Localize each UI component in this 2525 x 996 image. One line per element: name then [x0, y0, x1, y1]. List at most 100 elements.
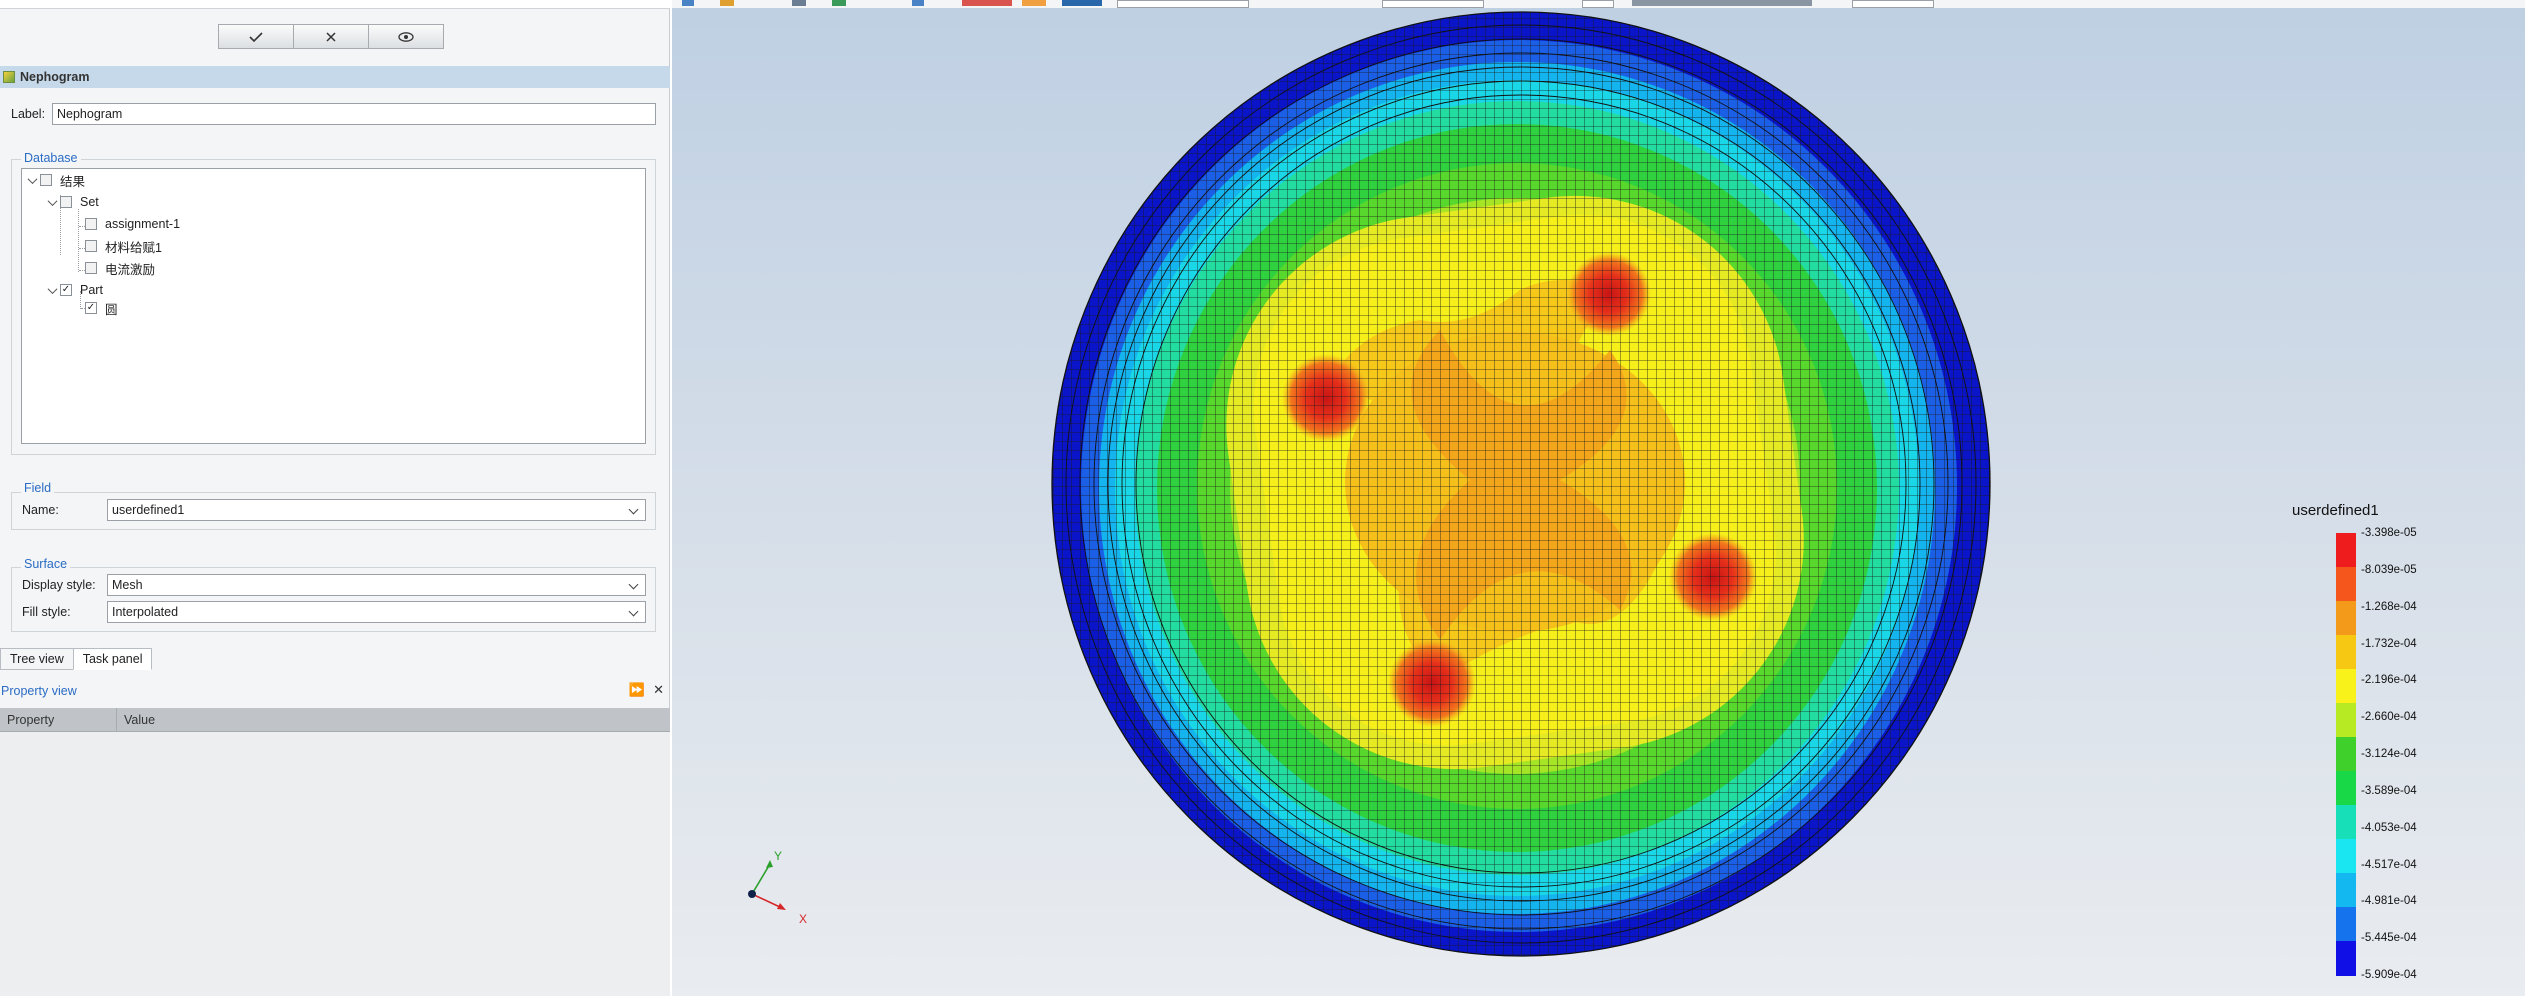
toolbar-icon[interactable]: [912, 0, 924, 6]
tree-node-label: 电流激励: [105, 262, 156, 277]
close-icon: [326, 31, 336, 42]
tree-node-set-item[interactable]: 材料给赋1: [85, 237, 162, 255]
field-name-select[interactable]: userdefined1: [107, 499, 646, 521]
eye-icon: [398, 31, 414, 42]
legend-color-bar: [2336, 533, 2356, 976]
legend-tick-label: -2.196e-04: [2361, 674, 2417, 687]
checkbox-part-item[interactable]: ✓: [85, 302, 97, 314]
legend-color-segment: [2336, 533, 2356, 568]
cancel-button[interactable]: [293, 24, 369, 49]
legend-tick-label: -4.517e-04: [2361, 858, 2417, 871]
tree-node-set-item[interactable]: assignment-1: [85, 215, 180, 233]
legend-tick-label: -1.268e-04: [2361, 600, 2417, 613]
label-input[interactable]: Nephogram: [52, 103, 656, 125]
nephogram-title: Nephogram: [20, 70, 90, 84]
tree-node-part[interactable]: ✓ Part: [44, 281, 103, 299]
surface-group-title: Surface: [21, 557, 71, 571]
dialog-button-bar: [218, 24, 444, 51]
toolbar-icon[interactable]: [1632, 0, 1812, 6]
tree-node-label: assignment-1: [105, 217, 181, 231]
toolbar-combo[interactable]: [1582, 0, 1614, 8]
chevron-down-icon[interactable]: [44, 282, 60, 298]
tree-node-set-item[interactable]: 电流激励: [85, 259, 155, 277]
toolbar-icon[interactable]: [720, 0, 734, 6]
axis-triad: [748, 860, 786, 910]
checkbox-set-item[interactable]: [85, 262, 97, 274]
checkbox-root[interactable]: [40, 174, 52, 186]
legend-tick-label: -3.398e-05: [2361, 527, 2417, 539]
legend-tick-label: -3.589e-04: [2361, 784, 2417, 797]
checkbox-set-item[interactable]: [85, 218, 97, 230]
fill-style-caption: Fill style:: [22, 605, 71, 619]
tree-node-part-label: Part: [80, 283, 103, 297]
legend-tick-label: -5.445e-04: [2361, 932, 2417, 945]
display-style-select[interactable]: Mesh: [107, 574, 646, 596]
legend-tick-label: -4.981e-04: [2361, 895, 2417, 908]
tab-tree-view[interactable]: Tree view: [0, 648, 74, 670]
property-view-title: Property view: [1, 684, 77, 698]
nephogram-icon: [3, 71, 15, 83]
toolbar-combo[interactable]: [1852, 0, 1934, 8]
toolbar-icon[interactable]: [682, 0, 694, 6]
tree-node-part-item[interactable]: ✓ 圆: [85, 299, 118, 317]
checkbox-set-item[interactable]: [85, 240, 97, 252]
legend-tick-label: -8.039e-05: [2361, 563, 2417, 576]
legend-tick-label: -3.124e-04: [2361, 748, 2417, 760]
legend-color-segment: [2336, 907, 2356, 942]
property-table-body: [0, 732, 670, 996]
check-icon: [249, 31, 263, 42]
panel-tabs: Tree view Task panel: [0, 648, 153, 670]
top-strip: [0, 0, 670, 9]
column-value[interactable]: Value: [117, 708, 670, 731]
tree-node-root-label: 结果: [60, 174, 86, 189]
legend-color-segment: [2336, 669, 2356, 704]
tree-node-label: 圆: [105, 302, 118, 317]
toolbar-icon[interactable]: [962, 0, 1012, 6]
legend-color-segment: [2336, 839, 2356, 874]
checkbox-set[interactable]: [60, 196, 72, 208]
preview-button[interactable]: [368, 24, 444, 49]
axis-x-label: X: [799, 912, 808, 926]
toolbar-icon[interactable]: [1022, 0, 1046, 6]
tab-task-panel[interactable]: Task panel: [72, 648, 153, 670]
legend-tick-label: -1.732e-04: [2361, 637, 2417, 650]
tree-node-root[interactable]: 结果: [24, 171, 85, 189]
legend-color-segment: [2336, 601, 2356, 636]
property-view-bar: Property view ⏩ ✕: [0, 680, 670, 702]
legend-tick-label: -5.909e-04: [2361, 969, 2417, 981]
checkbox-part[interactable]: ✓: [60, 284, 72, 296]
float-icon[interactable]: ⏩: [629, 682, 645, 698]
legend-color-segment: [2336, 873, 2356, 908]
legend-color-segment: [2336, 941, 2356, 976]
toolbar-combo[interactable]: [1382, 0, 1484, 8]
database-group-title: Database: [21, 151, 81, 165]
legend-tick-label: -2.660e-04: [2361, 711, 2417, 724]
field-name-caption: Name:: [22, 503, 59, 517]
field-group-title: Field: [21, 481, 55, 495]
chevron-down-icon[interactable]: [44, 194, 60, 210]
legend-color-segment: [2336, 567, 2356, 602]
display-style-caption: Display style:: [22, 578, 96, 592]
legend-title: userdefined1: [2292, 502, 2379, 519]
tree-node-label: 材料给赋1: [105, 240, 162, 255]
fill-style-select[interactable]: Interpolated: [107, 601, 646, 623]
close-icon[interactable]: ✕: [653, 682, 664, 698]
column-property[interactable]: Property: [0, 708, 117, 731]
tree-node-set[interactable]: Set: [44, 193, 99, 211]
chevron-down-icon[interactable]: [24, 172, 40, 188]
label-caption: Label:: [11, 107, 46, 121]
3d-viewport[interactable]: [672, 8, 2525, 996]
property-table-header: Property Value: [0, 708, 670, 732]
toolbar-icon[interactable]: [832, 0, 846, 6]
task-panel: Nephogram Label: Nephogram Database 结果 S…: [0, 0, 670, 996]
toolbar-combo[interactable]: [1117, 0, 1249, 8]
legend-color-segment: [2336, 737, 2356, 772]
legend-tick-label: -4.053e-04: [2361, 821, 2417, 834]
axis-y-label: Y: [774, 849, 783, 863]
toolbar-icon[interactable]: [1062, 0, 1102, 6]
legend-color-segment: [2336, 703, 2356, 738]
toolbar-icon[interactable]: [792, 0, 806, 6]
ok-button[interactable]: [218, 24, 294, 49]
nephogram-header: Nephogram: [0, 66, 670, 88]
legend-color-segment: [2336, 771, 2356, 806]
